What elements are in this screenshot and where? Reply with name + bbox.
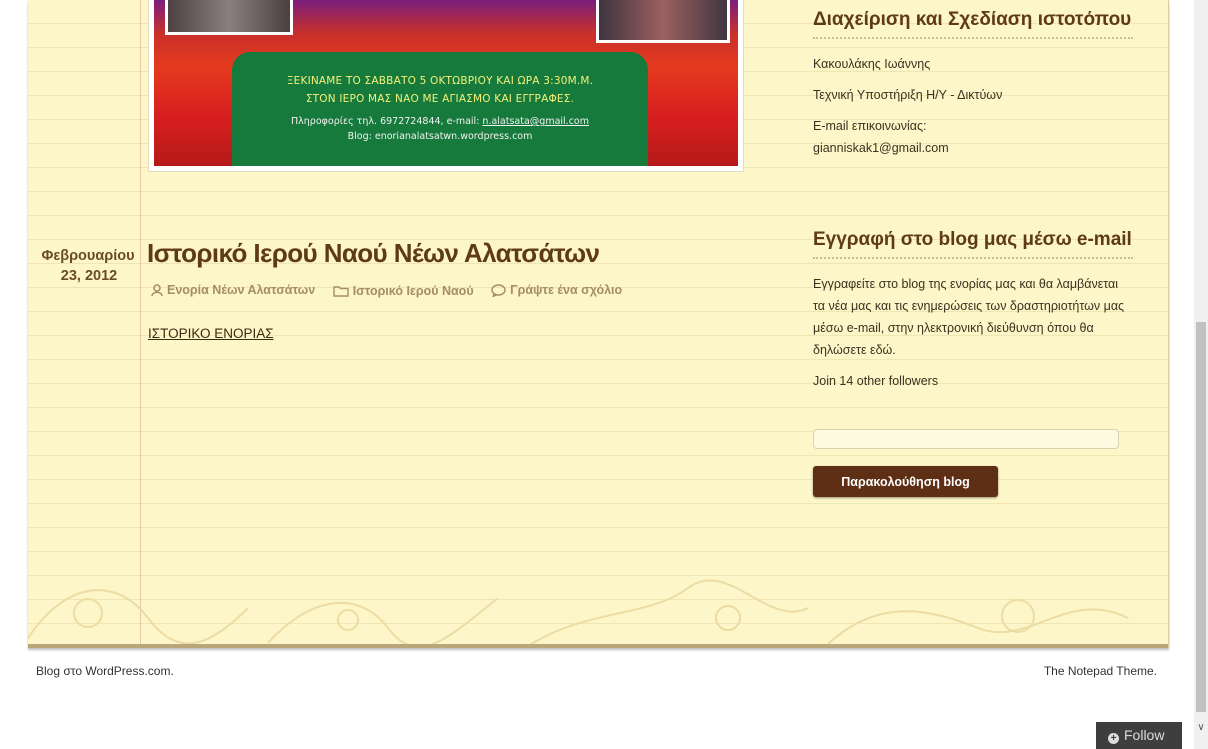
- flyer-headline: ΞΕΚΙΝΑΜΕ ΤΟ ΣΑΒΒΑΤΟ 5 ΟΚΤΩΒΡΙΟΥ ΚΑΙ ΩΡΑ …: [286, 75, 594, 87]
- post-comment-link[interactable]: Γράψτε ένα σχόλιο: [491, 283, 622, 297]
- folder-icon: [332, 285, 349, 297]
- footer-wordpress-link[interactable]: Blog στο WordPress.com.: [36, 664, 174, 678]
- chevron-down-icon[interactable]: ∨: [1195, 721, 1207, 735]
- flyer-image[interactable]: ΞΕΚΙΝΑΜΕ ΤΟ ΣΑΒΒΑΤΟ 5 ΟΚΤΩΒΡΙΟΥ ΚΑΙ ΩΡΑ …: [148, 0, 744, 172]
- flyer-blog: Blog: enorianalatsatwn.wordpress.com: [347, 131, 533, 142]
- comment-icon: [491, 283, 506, 297]
- flyer-photo-right: [596, 0, 730, 43]
- flyer-subline: ΣΤΟΝ ΙΕΡΟ ΜΑΣ ΝΑΟ ΜΕ ΑΓΙΑΣΜΟ ΚΑΙ ΕΓΓΡΑΦΕ…: [305, 93, 575, 105]
- plus-circle-icon: +: [1108, 733, 1119, 744]
- admin-support: Τεχνική Υποστήριξη Η/Υ - Δικτύων: [813, 88, 1003, 102]
- post-date-day: 23, 2012: [60, 268, 118, 284]
- flyer-contact-email: n.alatsata@gmail.com: [482, 116, 589, 127]
- widget-divider: [813, 257, 1133, 259]
- margin-line: [140, 0, 141, 648]
- flyer-photo-left: [165, 0, 293, 35]
- follow-blog-button[interactable]: Παρακολούθηση blog: [813, 466, 998, 497]
- post-title[interactable]: Ιστορικό Ιερού Ναού Νέων Αλατσάτων: [147, 238, 600, 269]
- decorative-swirls: [28, 579, 1129, 648]
- widget-admin: Διαχείριση και Σχεδίαση ιστοτόπου Κακουλ…: [813, 10, 1133, 168]
- follow-button-label: Follow: [1124, 727, 1165, 743]
- person-icon: [151, 283, 163, 296]
- post-date-month: Φεβρουαρίου: [41, 248, 135, 264]
- admin-email-label: E-mail επικοινωνίας:: [813, 119, 927, 133]
- post-category: Ιστορικό Ιερού Ναού: [352, 283, 474, 298]
- flyer-info-box: ΞΕΚΙΝΑΜΕ ΤΟ ΣΑΒΒΑΤΟ 5 ΟΚΤΩΒΡΙΟΥ ΚΑΙ ΩΡΑ …: [232, 52, 648, 166]
- post-category-link[interactable]: Ιστορικό Ιερού Ναού: [332, 283, 474, 298]
- flyer-contact-prefix: Πληροφορίες τηλ. 6972724844, e-mail:: [291, 116, 483, 127]
- admin-email-block: E-mail επικοινωνίας: gianniskak1@gmail.co…: [813, 115, 1133, 159]
- flyer-artwork: ΞΕΚΙΝΑΜΕ ΤΟ ΣΑΒΒΑΤΟ 5 ΟΚΤΩΒΡΙΟΥ ΚΑΙ ΩΡΑ …: [154, 0, 738, 166]
- footer-theme-link[interactable]: The Notepad Theme.: [1044, 664, 1157, 678]
- flyer-contact: Πληροφορίες τηλ. 6972724844, e-mail: n.a…: [232, 114, 648, 129]
- post-meta: Ενορία Νέων Αλατσάτων Ιστορικό Ιερού Ναο…: [151, 283, 636, 300]
- scrollbar-thumb[interactable]: [1196, 322, 1206, 712]
- admin-email: gianniskak1@gmail.com: [813, 141, 949, 155]
- subscribe-followers: Join 14 other followers: [813, 374, 939, 388]
- widget-subscribe-body: Εγγραφείτε στο blog της ενορίας μας και …: [813, 273, 1133, 392]
- follow-button[interactable]: + Follow: [1096, 722, 1182, 749]
- post-content-link[interactable]: ΙΣΤΟΡΙΚΟ ΕΝΟΡΙΑΣ: [148, 326, 274, 341]
- widget-admin-body: Κακουλάκης Ιωάννης Τεχνική Υποστήριξη Η/…: [813, 53, 1133, 159]
- subscribe-email-input[interactable]: [813, 429, 1119, 449]
- post-author-link[interactable]: Ενορία Νέων Αλατσάτων: [151, 283, 315, 297]
- paper-bottom-edge: [28, 644, 1168, 648]
- subscribe-description: Εγγραφείτε στο blog της ενορίας μας και …: [813, 277, 1125, 357]
- widget-subscribe: Εγγραφή στο blog μας μέσω e-mail Εγγραφε…: [813, 230, 1133, 401]
- widget-admin-title: Διαχείριση και Σχεδίαση ιστοτόπου: [813, 9, 1132, 30]
- widget-subscribe-title: Εγγραφή στο blog μας μέσω e-mail: [813, 229, 1132, 250]
- post-comment: Γράψτε ένα σχόλιο: [510, 283, 623, 297]
- widget-divider: [813, 37, 1133, 39]
- post-author: Ενορία Νέων Αλατσάτων: [167, 283, 316, 297]
- post-date: Φεβρουαρίου 23, 2012: [34, 246, 144, 286]
- admin-name: Κακουλάκης Ιωάννης: [813, 57, 931, 71]
- vertical-scrollbar[interactable]: ∨: [1194, 0, 1208, 749]
